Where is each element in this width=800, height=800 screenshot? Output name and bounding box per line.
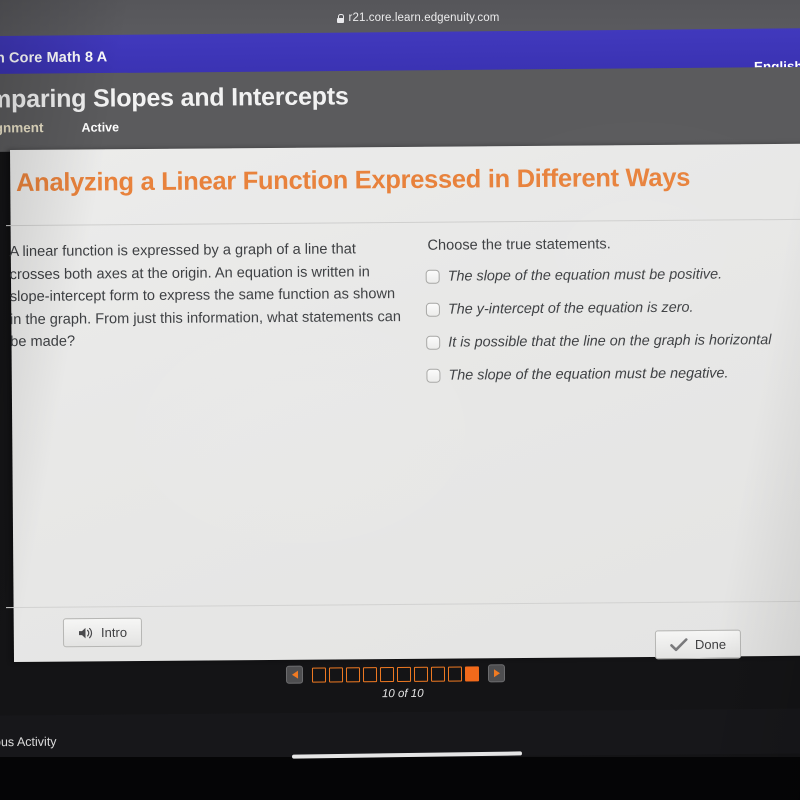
intro-button[interactable]: Intro (62, 617, 143, 648)
pagination-control (285, 664, 506, 684)
lesson-title: omparing Slopes and Intercepts (0, 82, 349, 114)
pagination-box-9[interactable] (447, 666, 463, 682)
done-button[interactable]: Done (654, 629, 742, 660)
answer-option-4[interactable]: The slope of the equation must be negati… (426, 364, 798, 385)
lock-icon (336, 13, 344, 23)
answer-option-1[interactable]: The slope of the equation must be positi… (425, 265, 798, 286)
pagination-box-6[interactable] (396, 666, 412, 682)
previous-activity-link[interactable]: evious Activity (0, 735, 57, 750)
triangle-left-icon (291, 670, 298, 679)
answer-label-2: The y-intercept of the equation is zero. (447, 299, 694, 318)
panel-title-area: Analyzing a Linear Function Expressed in… (8, 163, 798, 198)
checkbox-option-4[interactable] (426, 368, 441, 383)
pagination-box-8[interactable] (430, 666, 446, 682)
answer-label-4: The slope of the equation must be negati… (448, 365, 729, 384)
page-title: Analyzing a Linear Function Expressed in… (15, 163, 691, 198)
answer-label-3: It is possible that the line on the grap… (448, 332, 772, 351)
answers-column: Choose the true statements. The slope of… (407, 235, 798, 400)
pagination-box-1[interactable] (311, 666, 327, 683)
pagination-next-button[interactable] (487, 664, 506, 683)
checkbox-option-1[interactable] (425, 269, 440, 284)
assignment-type-label: ssignment (0, 120, 44, 136)
question-body-area: A linear function is expressed by a grap… (7, 235, 798, 403)
question-column: A linear function is expressed by a grap… (7, 238, 408, 403)
checkbox-option-2[interactable] (425, 302, 440, 317)
lesson-meta-row: ssignment Active (0, 119, 120, 136)
pagination-box-7[interactable] (413, 666, 429, 682)
speaker-icon (78, 626, 94, 640)
triangle-right-icon (493, 669, 500, 678)
pagination-boxes (311, 665, 480, 683)
status-badge: Active (81, 120, 120, 135)
pagination-box-10[interactable] (464, 665, 480, 682)
pagination-count-label: 10 of 10 (381, 687, 424, 701)
course-name-label[interactable]: non Core Math 8 A (0, 49, 107, 66)
pagination-prev-button[interactable] (285, 665, 304, 684)
device-bezel-area (0, 757, 800, 800)
check-icon (670, 637, 688, 652)
answers-prompt: Choose the true statements. (427, 236, 611, 254)
checkbox-option-3[interactable] (426, 335, 441, 350)
answer-label-1: The slope of the equation must be positi… (447, 266, 723, 285)
url-wrapper[interactable]: r21.core.learn.edgenuity.com (336, 12, 500, 24)
intro-button-label: Intro (100, 624, 128, 641)
url-text: r21.core.learn.edgenuity.com (348, 12, 500, 24)
pagination-box-4[interactable] (362, 666, 378, 682)
pagination-box-2[interactable] (328, 666, 344, 682)
device-screen: r21.core.learn.edgenuity.com non Core Ma… (0, 0, 800, 800)
answer-option-3[interactable]: It is possible that the line on the grap… (426, 331, 798, 352)
question-text: A linear function is expressed by a grap… (9, 241, 402, 351)
pagination-box-3[interactable] (345, 666, 361, 682)
answer-option-2[interactable]: The y-intercept of the equation is zero. (425, 298, 798, 319)
done-button-label: Done (694, 636, 727, 653)
pagination-box-5[interactable] (379, 666, 395, 682)
